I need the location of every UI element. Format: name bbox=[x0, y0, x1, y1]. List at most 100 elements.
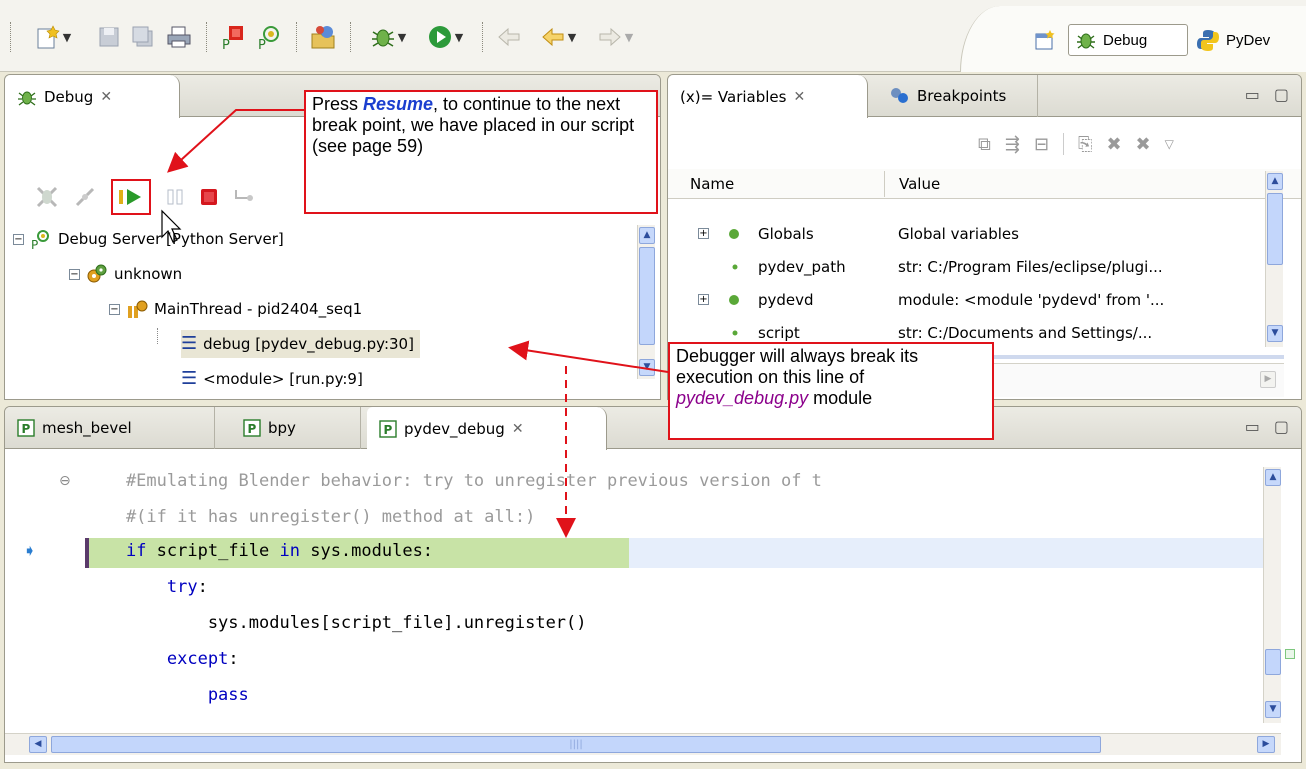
perspective-debug-button[interactable]: Debug bbox=[1068, 24, 1188, 56]
tree-item-mainthread[interactable]: − MainThread - pid2404_seq1 bbox=[109, 295, 362, 323]
debug-button[interactable]: ▼ bbox=[362, 20, 414, 54]
scroll-down-icon[interactable]: ▼ bbox=[1265, 701, 1281, 718]
new-wizard-button[interactable]: ▼ bbox=[24, 20, 82, 54]
variable-icon bbox=[729, 229, 739, 239]
fold-collapse-icon[interactable]: ⊖ bbox=[59, 473, 71, 489]
variable-row-pydevd[interactable]: + pydevd module: <module 'pydevd' from '… bbox=[668, 285, 1281, 315]
editor-tabstrip: P mesh_bevel P bpy P pydev_debug ✕ ▭ ▢ bbox=[5, 407, 1301, 450]
tree-item-module-frame[interactable]: ☰ <module> [run.py:9] bbox=[181, 365, 363, 393]
tree-item-label: unknown bbox=[114, 265, 183, 283]
show-type-names-icon[interactable]: ⧉ bbox=[978, 134, 991, 155]
show-logical-structure-icon[interactable]: ⇶ bbox=[1005, 134, 1020, 155]
editor-vscrollbar[interactable]: ▲ ▼ bbox=[1263, 467, 1281, 723]
open-type-button[interactable] bbox=[308, 20, 338, 54]
code-line-4[interactable]: try: bbox=[85, 577, 208, 597]
code-line-3[interactable]: if script_file in sys.modules: bbox=[85, 541, 433, 561]
maximize-icon[interactable]: ▢ bbox=[1274, 85, 1289, 104]
prev-edit-button[interactable]: ▼ bbox=[532, 20, 584, 54]
tree-item-unknown[interactable]: − unknown bbox=[69, 260, 182, 288]
scroll-up-icon[interactable]: ▲ bbox=[1267, 173, 1283, 190]
column-value[interactable]: Value bbox=[884, 171, 940, 197]
terminate-icon[interactable] bbox=[199, 187, 219, 207]
code-line-6[interactable]: except: bbox=[85, 649, 239, 669]
close-icon[interactable]: ✕ bbox=[793, 89, 805, 105]
expand-icon[interactable]: + bbox=[698, 228, 709, 239]
debug-tree-scrollbar[interactable]: ▲ ▼ bbox=[637, 225, 655, 379]
collapse-icon[interactable]: − bbox=[69, 268, 80, 280]
back-button[interactable] bbox=[494, 20, 524, 54]
scroll-down-icon[interactable]: ▼ bbox=[1267, 325, 1283, 342]
run-button[interactable]: ▼ bbox=[420, 20, 470, 54]
stack-frame-icon: ☰ bbox=[181, 368, 198, 389]
tab-debug[interactable]: Debug ✕ bbox=[5, 75, 180, 118]
tree-item-debug-frame[interactable]: ☰ debug [pydev_debug.py:30] bbox=[181, 330, 420, 358]
open-perspective-button[interactable] bbox=[1034, 24, 1062, 56]
code-line-1[interactable]: #Emulating Blender behavior: try to unre… bbox=[85, 471, 822, 491]
suspend-icon[interactable] bbox=[165, 187, 185, 207]
close-icon[interactable]: ✕ bbox=[100, 89, 112, 105]
remove-terminated-icon[interactable] bbox=[35, 185, 59, 209]
collapse-icon[interactable]: − bbox=[13, 233, 24, 245]
disconnect-icon[interactable] bbox=[73, 185, 97, 209]
run-icon bbox=[428, 26, 451, 48]
save-all-button[interactable] bbox=[128, 20, 158, 54]
maximize-icon[interactable]: ▢ bbox=[1274, 417, 1289, 436]
scroll-up-icon[interactable]: ▲ bbox=[639, 227, 655, 244]
print-button[interactable] bbox=[164, 20, 194, 54]
collapse-icon[interactable]: − bbox=[109, 303, 120, 315]
forward-button[interactable]: ▼ bbox=[590, 20, 640, 54]
scrollbar-thumb[interactable] bbox=[639, 247, 655, 345]
paste-icon[interactable]: ⎘ bbox=[1078, 134, 1092, 155]
scrollbar-thumb[interactable] bbox=[1267, 193, 1283, 265]
scroll-right-icon[interactable]: ▶ bbox=[1257, 736, 1275, 753]
expand-icon[interactable]: + bbox=[698, 294, 709, 305]
tab-mesh-bevel[interactable]: P mesh_bevel bbox=[5, 407, 215, 449]
editor-hscrollbar[interactable]: ◀ |||| ▶ bbox=[5, 733, 1281, 755]
variable-value: Global variables bbox=[898, 225, 1019, 243]
code-line-5[interactable]: sys.modules[script_file].unregister() bbox=[85, 613, 587, 633]
save-button[interactable] bbox=[94, 20, 124, 54]
tree-item-debug-server[interactable]: − P Debug Server [Python Server] bbox=[13, 225, 284, 253]
variables-scrollbar[interactable]: ▲ ▼ bbox=[1265, 171, 1283, 347]
variable-row-pydev-path[interactable]: pydev_path str: C:/Program Files/eclipse… bbox=[668, 252, 1281, 282]
perspective-pydev-button[interactable]: PyDev bbox=[1196, 24, 1306, 56]
tab-bpy[interactable]: P bpy bbox=[231, 407, 361, 449]
print-icon bbox=[167, 26, 191, 48]
scroll-up-icon[interactable]: ▲ bbox=[1265, 469, 1281, 486]
resume-button[interactable] bbox=[111, 179, 151, 215]
callout-text: Press bbox=[312, 94, 364, 114]
close-icon[interactable]: ✕ bbox=[512, 421, 524, 437]
debug-toolbar bbox=[35, 179, 255, 215]
scroll-down-icon[interactable]: ▼ bbox=[639, 359, 655, 376]
scroll-right-icon[interactable]: ▶ bbox=[1260, 371, 1276, 388]
code-line-2[interactable]: #(if it has unregister() method at all:) bbox=[85, 507, 535, 527]
scrollbar-thumb[interactable]: |||| bbox=[51, 736, 1101, 753]
view-menu-icon[interactable]: ▽ bbox=[1165, 137, 1174, 151]
debug-bug-icon bbox=[18, 91, 36, 106]
scroll-left-icon[interactable]: ◀ bbox=[29, 736, 47, 753]
scrollbar-thumb[interactable] bbox=[1265, 649, 1281, 675]
variable-row-globals[interactable]: + Globals Global variables bbox=[668, 219, 1281, 249]
stack-frame-icon: ☰ bbox=[181, 333, 198, 354]
open-type-icon bbox=[311, 26, 335, 49]
tab-label: bpy bbox=[268, 419, 296, 437]
collapse-all-icon[interactable]: ⊟ bbox=[1034, 134, 1049, 155]
step-into-icon[interactable] bbox=[233, 186, 255, 208]
open-perspective-icon bbox=[1035, 30, 1055, 50]
pydev-project-button[interactable]: P bbox=[254, 20, 284, 54]
code-line-7[interactable]: pass bbox=[85, 685, 249, 705]
remove-icon[interactable]: ✖ bbox=[1106, 134, 1121, 155]
tab-variables[interactable]: (x)= Variables ✕ bbox=[668, 75, 868, 118]
toolbar-separator bbox=[10, 22, 12, 52]
svg-text:P: P bbox=[248, 422, 257, 436]
minimize-icon[interactable]: ▭ bbox=[1245, 417, 1260, 436]
remove-all-icon[interactable]: ✖ bbox=[1136, 134, 1151, 155]
field-icon bbox=[732, 330, 738, 336]
pydev-module-button[interactable]: P bbox=[218, 20, 248, 54]
minimize-icon[interactable]: ▭ bbox=[1245, 85, 1260, 104]
tab-breakpoints[interactable]: Breakpoints bbox=[878, 75, 1038, 117]
column-name[interactable]: Name bbox=[690, 175, 734, 193]
overview-marker[interactable] bbox=[1285, 649, 1295, 659]
variable-icon bbox=[729, 295, 739, 305]
tab-pydev-debug[interactable]: P pydev_debug ✕ bbox=[367, 407, 607, 450]
